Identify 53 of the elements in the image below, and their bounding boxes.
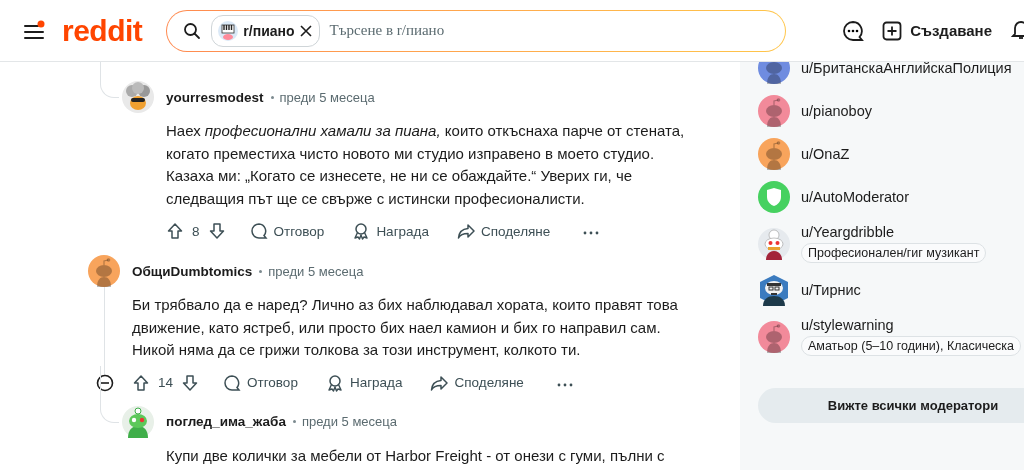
user-flair: Професионален/гиг музикант	[801, 243, 987, 263]
more-icon[interactable]	[555, 381, 574, 388]
moderator-name[interactable]: u/Тирнис	[801, 282, 861, 298]
comment-icon	[223, 373, 242, 392]
user-flair: Аматьор (5–10 години), Класическа	[801, 336, 1022, 356]
avatar-icon[interactable]	[758, 274, 790, 306]
comment-time: преди 5 месеца	[279, 89, 375, 105]
moderator-name[interactable]: u/БританскаАнглийскаПолиция	[801, 62, 1012, 76]
comment-text: Купи две колички за мебели от Harbor Freight - от онези с гуми, пълни с	[166, 445, 666, 466]
more-icon[interactable]	[582, 230, 601, 236]
avatar-icon[interactable]	[122, 81, 154, 113]
moderator-name[interactable]: u/AutoModerator	[801, 189, 909, 205]
moderator-name[interactable]: u/Yeargdribble	[801, 224, 894, 240]
comment-text: Наех професионални хамали за пиана, които откъснаха парче от стената, когато преместиха чисто новото ми студио изправено в моето студио. Казаха ми: „Когато се изнесете, не ни се обаждайте.“ Уверих ги, че следващия път ще се свърже с истински професионалисти.	[166, 121, 686, 209]
reply-button[interactable]: Отговор	[239, 215, 335, 247]
award-icon	[352, 222, 371, 240]
comment-time: преди 5 месеца	[301, 414, 397, 429]
create-button[interactable]: Създаване	[882, 20, 992, 41]
downvote-icon[interactable]	[207, 222, 226, 240]
vote-count: 8	[192, 223, 200, 239]
view-all-moderators-button[interactable]: Вижте всички модератори	[758, 388, 1024, 423]
plus-icon	[882, 20, 903, 41]
share-button[interactable]: Споделяне	[420, 366, 534, 399]
close-icon[interactable]	[299, 24, 312, 37]
award-button[interactable]: Награда	[315, 366, 413, 399]
downvote-icon[interactable]	[181, 373, 200, 392]
chat-icon[interactable]	[842, 19, 865, 42]
award-button[interactable]: Награда	[342, 215, 439, 247]
comment-time: преди 5 месеца	[268, 263, 364, 279]
search-field[interactable]: r/пиано Търсене в r/пиано	[166, 9, 787, 52]
moderator-name[interactable]: u/stylewarning	[801, 317, 894, 333]
moderator-name[interactable]: u/pianoboy	[801, 103, 872, 119]
author-name[interactable]: поглед_има_жаба	[166, 414, 286, 429]
menu-icon[interactable]	[22, 19, 46, 42]
author-name[interactable]: yourresmodest	[166, 89, 264, 105]
community-chip[interactable]: r/пиано	[211, 14, 320, 47]
search-placeholder: Търсене в r/пиано	[329, 22, 445, 39]
moderator-name[interactable]: u/OnaZ	[801, 146, 850, 162]
comment-icon	[249, 222, 268, 240]
collapse-icon[interactable]	[96, 373, 114, 392]
share-icon	[456, 222, 475, 240]
share-icon	[430, 373, 449, 392]
avatar-icon[interactable]	[758, 227, 790, 260]
author-name[interactable]: ОбщиDumbtomics	[132, 263, 253, 279]
upvote-icon[interactable]	[166, 222, 184, 240]
share-button[interactable]: Споделяне	[446, 215, 561, 247]
search-icon	[183, 21, 202, 40]
upvote-icon[interactable]	[132, 373, 150, 392]
award-icon	[325, 373, 344, 392]
comment-text: Би трябвало да е наред? Лично аз бих наблюдавал хората, които правят това движение, като ястреб, или просто бих наел камион и бих го направил сам. Никой няма да се грижи толкова за този инструмент, колкото ти.	[132, 295, 679, 360]
community-icon	[218, 20, 239, 41]
vote-count: 14	[158, 375, 174, 390]
reply-button[interactable]: Отговор	[213, 366, 308, 399]
